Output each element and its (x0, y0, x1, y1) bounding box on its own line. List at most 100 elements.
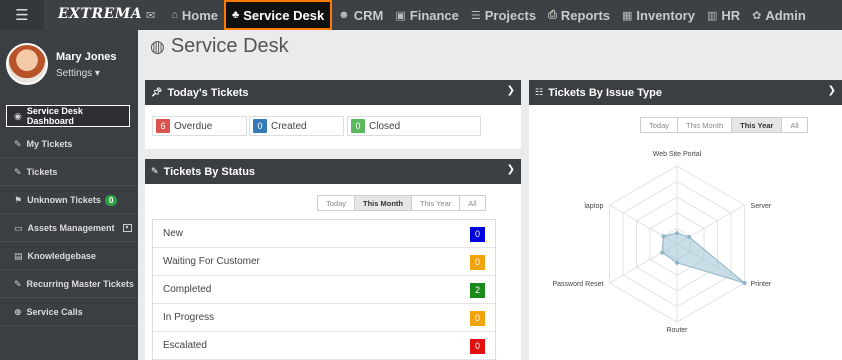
page-title: ◍ Service Desk (150, 35, 289, 58)
status-row-escalated[interactable]: Escalated 0 (153, 332, 495, 360)
sidebar-divider (0, 325, 138, 326)
filter-all-button[interactable]: All (782, 118, 807, 132)
expand-caret-icon[interactable]: ▾ (122, 224, 132, 232)
issue-filter-group: Today This Month This Year All (640, 117, 808, 133)
status-row-in-progress[interactable]: In Progress 0 (153, 304, 495, 332)
nav-label: Inventory (636, 7, 695, 23)
sidebar-item-label: Unknown Tickets (27, 195, 101, 205)
nav-service-desk[interactable]: ♣ Service Desk (224, 0, 333, 30)
sidebar-item-label: Service Calls (26, 307, 83, 317)
sidebar-item-tickets[interactable]: ✎ Tickets (0, 158, 138, 186)
ticket-icon: ✎ (14, 138, 22, 149)
status-count-badge: 0 (470, 339, 485, 354)
page-title-text: Service Desk (170, 35, 289, 57)
todays-tickets-header: 📌︎ Today's Tickets ❯ (145, 80, 521, 105)
sidebar-item-knowledgebase[interactable]: ▤ Knowledgebase (0, 242, 138, 270)
filter-this-year-button[interactable]: This Year (732, 118, 783, 132)
hamburger-menu-icon[interactable]: ☰ (0, 0, 44, 30)
radar-category-label: Password Reset (552, 281, 603, 288)
sidebar-item-label: Service Desk Dashboard (26, 106, 83, 126)
nav-label: Finance (409, 7, 459, 23)
count-badge: 0 (351, 119, 365, 133)
status-label: Completed (163, 284, 212, 295)
nav-projects[interactable]: ☰ Projects (465, 0, 542, 30)
lifesaver-icon: ⊕ (14, 306, 22, 317)
nav-crm[interactable]: ☻ CRM (332, 0, 389, 30)
dashboard-icon: ◉ (14, 110, 22, 121)
status-label: In Progress (163, 312, 215, 323)
ticket-count-created[interactable]: 0 Created (249, 116, 344, 136)
radar-chart: Web Site Portal Server Printer Router Passwo… (552, 151, 772, 334)
home-icon: ⌂ (171, 9, 178, 21)
ticket-count-label: Overdue (174, 120, 213, 132)
avatar[interactable] (6, 43, 48, 85)
nav-inventory[interactable]: ▦ Inventory (616, 0, 701, 30)
chevron-down-icon[interactable]: ❯ (828, 85, 836, 96)
nav-finance[interactable]: ▣ Finance (389, 0, 465, 30)
count-badge: 0 (104, 194, 118, 206)
ticket-icon: ✎ (14, 166, 22, 177)
nav-label: CRM (353, 7, 384, 23)
status-row-waiting-for-customer[interactable]: Waiting For Customer 0 (153, 248, 495, 276)
filter-this-month-button[interactable]: This Month (355, 196, 413, 210)
sliders-icon: ☷ (535, 87, 544, 97)
radar-data-point (661, 234, 666, 239)
radar-data-point (675, 231, 679, 236)
count-badge: 0 (253, 119, 267, 133)
filter-this-year-button[interactable]: This Year (412, 196, 461, 210)
flag-icon: ⚑ (14, 194, 23, 205)
filter-today-button[interactable]: Today (641, 118, 679, 132)
sidebar-item-label: My Tickets (26, 139, 73, 149)
status-label: Escalated (163, 340, 207, 351)
nav-messages[interactable]: ✉ (140, 0, 165, 30)
radar-category-label: Server (751, 203, 772, 210)
status-count-badge: 0 (470, 311, 485, 326)
nav-label: Admin (765, 7, 806, 23)
radar-data-point (660, 250, 665, 255)
nav-label: Projects (484, 7, 537, 23)
sidebar-item-label: Recurring Master Tickets (26, 279, 134, 289)
app-logo[interactable]: EXTREMA (58, 6, 142, 22)
status-count-badge: 0 (470, 255, 485, 270)
status-count-badge: 0 (470, 227, 485, 242)
ticket-count-label: Closed (369, 120, 401, 132)
nav-reports[interactable]: ⎙ Reports (542, 0, 616, 30)
radar-category-label: Printer (751, 281, 772, 288)
status-row-new[interactable]: New 0 (153, 220, 495, 248)
gear-icon: ✿ (752, 9, 762, 22)
ticket-count-closed[interactable]: 0 Closed (347, 116, 481, 136)
status-label: Waiting For Customer (163, 256, 260, 267)
status-row-completed[interactable]: Completed 2 (153, 276, 495, 304)
laptop-icon: ▭ (14, 222, 23, 233)
sidebar-item-my-tickets[interactable]: ✎ My Tickets (0, 130, 138, 158)
sidebar-item-service-desk-dashboard[interactable]: ◉ Service Desk Dashboard (6, 105, 130, 127)
sidebar-item-label: Knowledgebase (27, 251, 97, 261)
sidebar: Mary Jones Settings ▾ ◉ Service Desk Dash… (0, 30, 138, 360)
nav-label: Service Desk (243, 7, 325, 23)
money-icon: ▣ (395, 9, 406, 22)
filter-this-month-button[interactable]: This Month (678, 118, 733, 132)
sidebar-item-unknown-tickets[interactable]: ⚑ Unknown Tickets 0 (0, 186, 138, 214)
chevron-down-icon[interactable]: ❯ (507, 85, 515, 96)
filter-all-button[interactable]: All (460, 196, 485, 210)
user-settings-dropdown[interactable]: Settings ▾ (56, 68, 100, 79)
radar-category-label: Router (666, 327, 688, 334)
nav-label: Home (181, 7, 218, 23)
chevron-down-icon[interactable]: ❯ (507, 164, 515, 175)
nav-home[interactable]: ⌂ Home (165, 0, 224, 30)
status-list: New 0 Waiting For Customer 0 Completed 2 In Pr… (152, 219, 496, 360)
user-name: Mary Jones (56, 51, 117, 63)
status-count-badge: 2 (470, 283, 485, 298)
book-icon: ▤ (14, 250, 23, 261)
dashboard-icon: ◍ (150, 36, 165, 56)
nav-label: HR (721, 7, 741, 23)
sidebar-item-recurring-master-tickets[interactable]: ✎ Recurring Master Tickets (0, 270, 138, 298)
sitemap-icon: ♣ (232, 9, 240, 21)
nav-hr[interactable]: ▥ HR (701, 0, 746, 30)
sidebar-item-assets-management[interactable]: ▭ Assets Management ▾ (0, 214, 138, 242)
ticket-count-overdue[interactable]: 6 Overdue (152, 116, 247, 136)
nav-admin[interactable]: ✿ Admin (746, 0, 812, 30)
sidebar-item-service-calls[interactable]: ⊕ Service Calls (0, 298, 138, 326)
filter-today-button[interactable]: Today (318, 196, 356, 210)
tickets-by-status-header: ✎ Tickets By Status ❯ (145, 159, 521, 184)
